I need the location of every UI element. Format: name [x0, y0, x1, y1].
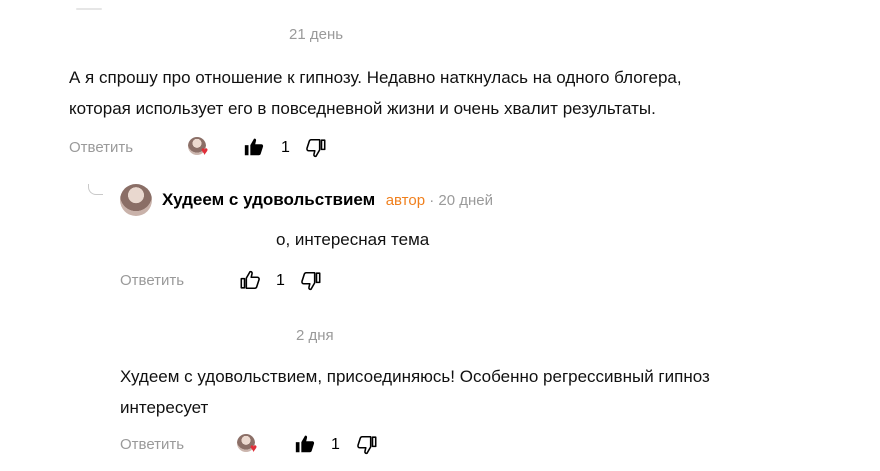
comment-text: о, интересная тема	[276, 230, 430, 249]
thumbs-down-outline-icon[interactable]	[356, 434, 378, 456]
author-name[interactable]: Худеем с удовольствием	[162, 190, 375, 209]
thumbs-up-filled-icon[interactable]	[294, 433, 316, 455]
reply-arrow-icon	[88, 184, 103, 195]
thumbs-up-filled-icon[interactable]	[243, 136, 265, 158]
author-avatar[interactable]	[120, 184, 152, 216]
thumbs-down-outline-icon[interactable]	[300, 270, 322, 292]
comment-text: А я спрошу про отношение к гипнозу. Неда…	[69, 62, 859, 124]
comments-thread: 21 день А я спрошу про отношение к гипно…	[0, 0, 880, 471]
reply-button[interactable]: Ответить	[120, 272, 184, 289]
reply-button[interactable]: Ответить	[120, 436, 184, 453]
comment-text-line: интересует	[120, 398, 209, 417]
comment-text: Худеем с удовольствием, присоединяюсь! О…	[120, 361, 860, 423]
comment-timestamp: 20 дней	[438, 192, 494, 209]
thumbs-up-outline-icon[interactable]	[239, 269, 261, 291]
comment-timestamp: 2 дня	[296, 327, 334, 344]
like-count: 1	[281, 139, 290, 156]
liker-avatar-icon: ♥	[237, 434, 263, 456]
comment-text-line: которая использует его в повседневной жи…	[69, 99, 656, 118]
comment-timestamp: 21 день	[289, 26, 344, 43]
like-count: 1	[276, 272, 285, 289]
thumbs-down-outline-icon[interactable]	[305, 137, 327, 159]
separator: ·	[425, 192, 439, 209]
author-badge: автор	[385, 192, 426, 209]
comment-header: Худеем с удовольствием автор · 20 дней	[162, 190, 493, 210]
comment-text-line: А я спрошу про отношение к гипнозу. Неда…	[69, 68, 682, 87]
reply-button[interactable]: Ответить	[69, 139, 133, 156]
liker-avatar-icon: ♥	[188, 137, 214, 159]
comment-text-line: Худеем с удовольствием, присоединяюсь! О…	[120, 367, 710, 386]
like-count: 1	[331, 436, 340, 453]
divider	[76, 8, 102, 10]
